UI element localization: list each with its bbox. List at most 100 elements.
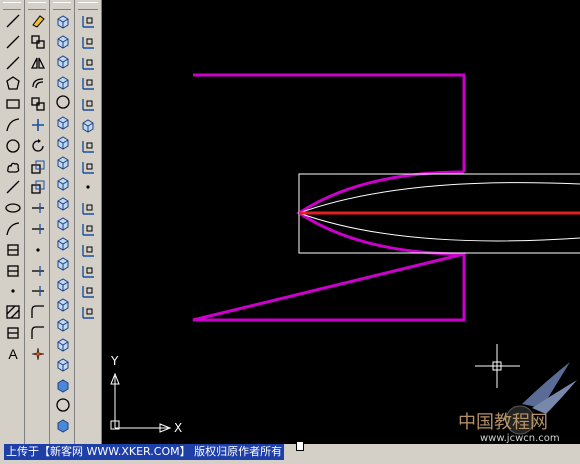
revolve-icon	[55, 195, 71, 211]
pyramid-button[interactable]	[54, 153, 72, 171]
erase-button[interactable]	[29, 12, 47, 30]
layout-tab-scroll[interactable]	[296, 441, 304, 451]
extend-icon	[30, 221, 46, 237]
break-at-point-button[interactable]	[29, 241, 47, 259]
explode-button[interactable]	[29, 345, 47, 363]
box-button[interactable]	[54, 32, 72, 50]
slice-button[interactable]	[54, 214, 72, 232]
ucs-world-icon	[80, 34, 96, 50]
erase-icon	[30, 13, 46, 29]
revision-cloud-button[interactable]	[4, 158, 22, 176]
move-button[interactable]	[29, 116, 47, 134]
section-button[interactable]	[54, 234, 72, 252]
polygon-button[interactable]	[4, 74, 22, 92]
arc-icon	[5, 117, 21, 133]
ucs-z-icon	[80, 242, 96, 258]
section-icon	[55, 235, 71, 251]
sphere-button[interactable]	[54, 93, 72, 111]
mirror-button[interactable]	[29, 54, 47, 72]
ellipse-arc-button[interactable]	[4, 220, 22, 238]
interfere-button[interactable]	[54, 254, 72, 272]
ucs-icon	[80, 13, 96, 29]
circle-icon	[5, 138, 21, 154]
stretch-button[interactable]	[29, 178, 47, 196]
revolve-button[interactable]	[54, 194, 72, 212]
cylinder-icon	[55, 114, 71, 130]
modify-toolbar	[25, 0, 50, 444]
cube-blue-button[interactable]	[54, 376, 72, 394]
sphere-blue-button[interactable]	[54, 396, 72, 414]
cylinder-blue-icon	[55, 417, 71, 433]
insert-block-icon	[5, 242, 21, 258]
ucs-button[interactable]	[79, 12, 97, 30]
toolbar-grip[interactable]	[28, 2, 46, 10]
line-button[interactable]	[4, 12, 22, 30]
cylinder-blue-button[interactable]	[54, 416, 72, 434]
subtract-button[interactable]	[54, 295, 72, 313]
extrude-button[interactable]	[54, 174, 72, 192]
circle-button[interactable]	[4, 137, 22, 155]
ellipse-button[interactable]	[4, 199, 22, 217]
ucs-3point-button[interactable]	[79, 178, 97, 196]
make-block-button[interactable]	[4, 262, 22, 280]
ucs-apply-button[interactable]	[79, 262, 97, 280]
view-top-icon	[55, 13, 71, 29]
ucs-zaxis-icon	[80, 159, 96, 175]
cylinder-button[interactable]	[54, 113, 72, 131]
trim-button[interactable]	[29, 199, 47, 217]
extend-button[interactable]	[29, 220, 47, 238]
ucs-previous-button[interactable]	[79, 54, 97, 72]
chamfer-icon	[30, 304, 46, 320]
region-button[interactable]	[4, 324, 22, 342]
ucs-object-button[interactable]	[79, 95, 97, 113]
wedge-button[interactable]	[54, 52, 72, 70]
fillet-button[interactable]	[29, 324, 47, 342]
hatch-button[interactable]	[4, 303, 22, 321]
ucs-z-button[interactable]	[79, 241, 97, 259]
point-button[interactable]	[4, 282, 22, 300]
solids-toolbar	[50, 0, 75, 444]
ucs-y-button[interactable]	[79, 220, 97, 238]
cube-button[interactable]	[54, 355, 72, 373]
ucs-world-button[interactable]	[79, 33, 97, 51]
rotate-button[interactable]	[29, 137, 47, 155]
view-top-button[interactable]	[54, 12, 72, 30]
scale-button[interactable]	[29, 158, 47, 176]
ucs-view-button[interactable]	[79, 116, 97, 134]
ucs-preset-button[interactable]	[79, 303, 97, 321]
break-button[interactable]	[29, 262, 47, 280]
move-icon	[30, 117, 46, 133]
rectangle-button[interactable]	[4, 95, 22, 113]
shell-button[interactable]	[54, 335, 72, 353]
toolbar-grip[interactable]	[3, 2, 21, 10]
arc-button[interactable]	[4, 116, 22, 134]
array-button[interactable]	[29, 95, 47, 113]
intersect-button[interactable]	[54, 315, 72, 333]
polygon-icon	[5, 75, 21, 91]
spline-button[interactable]	[4, 178, 22, 196]
join-button[interactable]	[29, 282, 47, 300]
ucs-named-button[interactable]	[79, 282, 97, 300]
cone-button[interactable]	[54, 73, 72, 91]
ucs-face-icon	[80, 75, 96, 91]
chamfer-button[interactable]	[29, 303, 47, 321]
ucs-zaxis-button[interactable]	[79, 158, 97, 176]
union-button[interactable]	[54, 275, 72, 293]
torus-button[interactable]	[54, 133, 72, 151]
toolbar-grip[interactable]	[53, 2, 71, 10]
copy-button[interactable]	[29, 33, 47, 51]
box-icon	[55, 33, 71, 49]
ucs-x-button[interactable]	[79, 199, 97, 217]
ucs-origin-button[interactable]	[79, 137, 97, 155]
offset-button[interactable]	[29, 74, 47, 92]
construction-line-button[interactable]	[4, 33, 22, 51]
explode-icon	[30, 346, 46, 362]
ucs-face-button[interactable]	[79, 74, 97, 92]
insert-block-button[interactable]	[4, 241, 22, 259]
array-icon	[30, 96, 46, 112]
line-icon	[5, 13, 21, 29]
polyline-button[interactable]	[4, 54, 22, 72]
text-button[interactable]: A	[4, 345, 22, 363]
drawing-canvas[interactable]: Y X 中国教程网 www.jcwcn.com	[102, 0, 580, 444]
toolbar-grip[interactable]	[78, 2, 98, 10]
